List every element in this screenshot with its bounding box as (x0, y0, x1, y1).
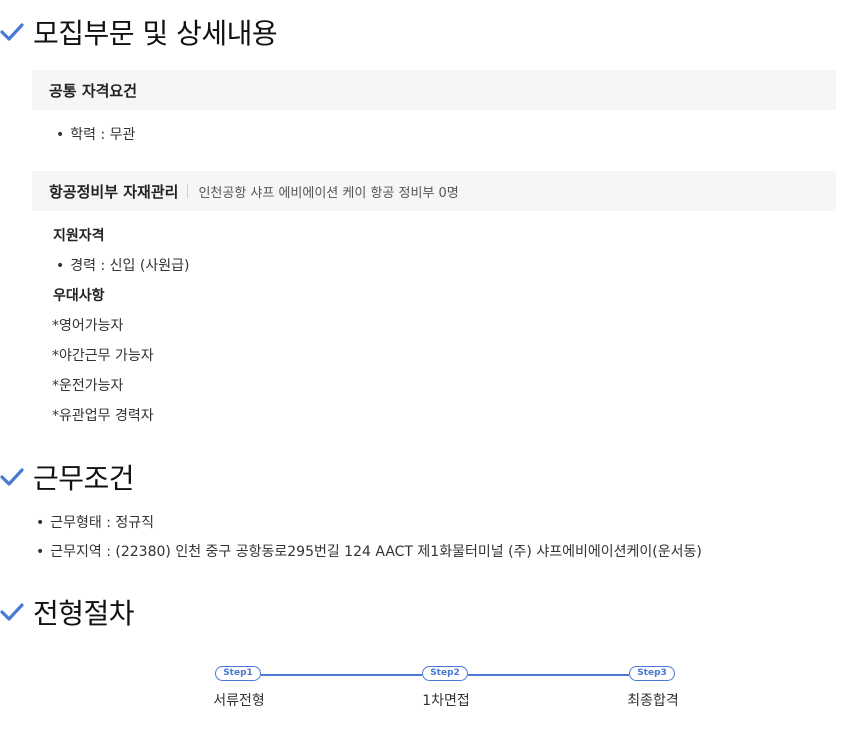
step-label: 서류전형 (213, 693, 265, 709)
step-connector (261, 674, 422, 676)
common-item: • 학력 : 무관 (56, 124, 135, 144)
step-badge: Step1 (215, 666, 261, 681)
section-title-text: 전형절차 (33, 597, 135, 630)
divider (187, 184, 189, 198)
bullet-icon: • (36, 544, 45, 560)
common-item-text: 학력 : 무관 (70, 127, 136, 143)
section-title-recruit: 모집부문 및 상세내용 (0, 12, 278, 52)
bullet-icon: • (56, 127, 65, 143)
check-icon (0, 601, 24, 623)
common-requirements-header: 공통 자격요건 (32, 70, 836, 110)
section-title-process: 전형절차 (0, 592, 135, 632)
step-label: 최종합격 (627, 693, 679, 709)
step-badge: Step3 (629, 666, 675, 681)
bullet-icon: • (56, 258, 65, 274)
preference-item: *운전가능자 (52, 378, 124, 394)
position-detail: 인천공항 샤프 에비에이션 케이 항공 정비부 0명 (198, 185, 459, 201)
step-badge: Step2 (422, 666, 468, 681)
step-connector (468, 674, 629, 676)
preference-label: 우대사항 (53, 288, 105, 304)
position-header: 항공정비부 자재관리 인천공항 샤프 에비에이션 케이 항공 정비부 0명 (32, 171, 836, 211)
common-requirements-title: 공통 자격요건 (49, 81, 138, 100)
qualification-label: 지원자격 (53, 228, 105, 244)
work-item: • 근무지역 : (22380) 인천 중구 공항동로295번길 124 AACT… (36, 541, 702, 561)
process-steps: Step1 Step2 Step3 서류전형 1차면접 최종합격 (0, 662, 851, 722)
qualification-item-text: 경력 : 신입 (사원급) (70, 258, 190, 274)
step-label: 1차면접 (422, 693, 470, 709)
work-item-text: 근무형태 : 정규직 (50, 515, 155, 531)
check-icon (0, 466, 24, 488)
section-title-text: 근무조건 (33, 462, 135, 495)
section-title-text: 모집부문 및 상세내용 (33, 17, 278, 50)
work-item-text: 근무지역 : (22380) 인천 중구 공항동로295번길 124 AACT … (50, 544, 702, 560)
qualification-item: • 경력 : 신입 (사원급) (56, 255, 189, 275)
preference-item: *유관업무 경력자 (52, 408, 154, 424)
check-icon (0, 21, 24, 43)
work-item: • 근무형태 : 정규직 (36, 512, 154, 532)
preference-item: *영어가능자 (52, 318, 124, 334)
section-title-conditions: 근무조건 (0, 457, 135, 497)
preference-item: *야간근무 가능자 (52, 348, 154, 364)
bullet-icon: • (36, 515, 45, 531)
position-name: 항공정비부 자재관리 (49, 182, 179, 201)
